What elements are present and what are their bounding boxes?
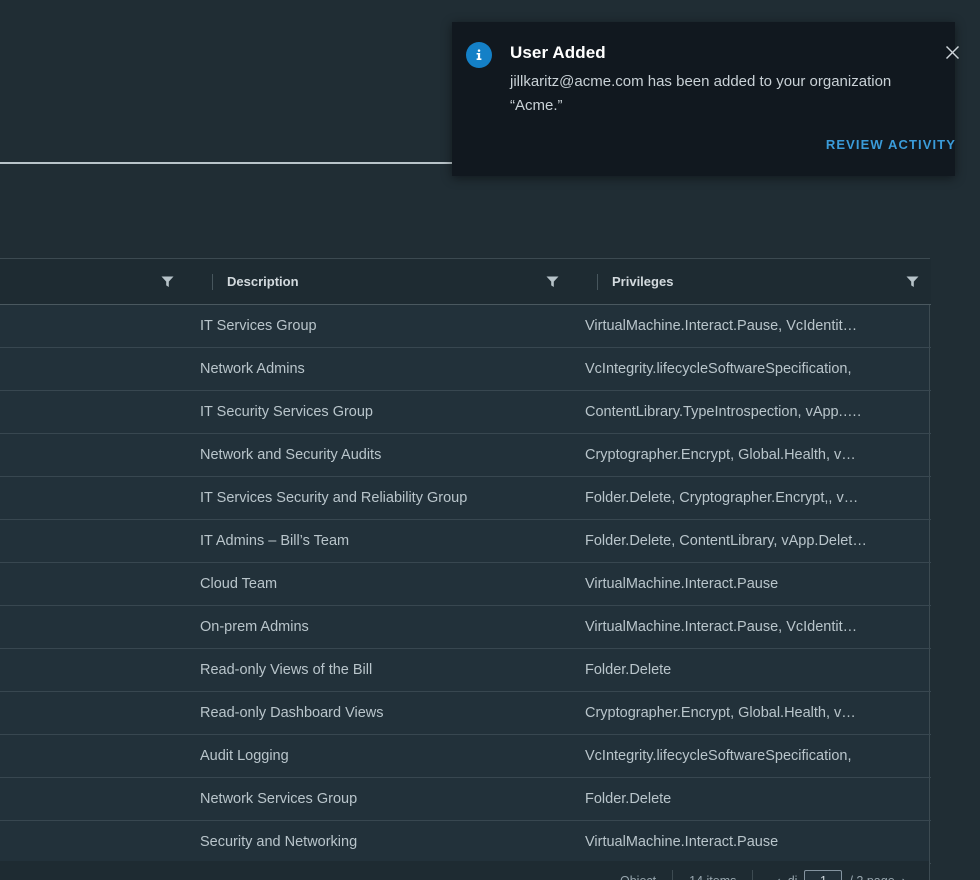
role-privileges-cell: Folder.Delete xyxy=(571,648,931,692)
role-description-cell: On-prem Admins xyxy=(186,605,571,649)
role-description-cell: Network Admins xyxy=(186,347,571,391)
role-description-cell: Network Services Group xyxy=(186,777,571,821)
table-row[interactable]: minNetwork AdminsVcIntegrity.lifecycleSo… xyxy=(0,347,931,391)
role-description-cell: IT Security Services Group xyxy=(186,390,571,434)
footer-selected-objects: Object xyxy=(604,861,672,880)
table-row[interactable]: AdminIT Security Services GroupContentLi… xyxy=(0,390,931,434)
role-description-cell: IT Services Group xyxy=(186,304,571,348)
roles-page: Description Privileges IT Services Group… xyxy=(0,0,980,880)
role-privileges-cell: VcIntegrity.lifecycleSoftwareSpecificati… xyxy=(571,734,931,778)
page-number-input[interactable] xyxy=(804,869,843,880)
footer-item-count: 14 items xyxy=(673,861,752,880)
table-row[interactable]: k AdminNetwork Services GroupFolder.Dele… xyxy=(0,777,931,821)
prev-page-button[interactable]: ‹ xyxy=(769,873,787,880)
role-name-cell: uditor xyxy=(0,734,186,778)
role-privileges-cell: Cryptographer.Encrypt, Global.Health, v… xyxy=(571,433,931,477)
table-row[interactable]: IT Services Group VirtualMachine.Interact… xyxy=(0,304,931,348)
info-circle-icon xyxy=(466,42,492,68)
role-name-cell: dmin xyxy=(0,562,186,606)
table-row[interactable]: k Security AdminSecurity and NetworkingV… xyxy=(0,820,931,864)
role-privileges-cell: VirtualMachine.Interact.Pause xyxy=(571,820,931,864)
header-separator xyxy=(597,273,598,290)
role-description-cell: Cloud Team xyxy=(186,562,571,606)
role-description-cell: IT Admins – Bill’s Team xyxy=(186,519,571,563)
table-body: IT Services Group VirtualMachine.Interact… xyxy=(0,304,931,864)
filter-icon[interactable] xyxy=(161,275,174,288)
table-row[interactable]: dminCloud TeamVirtualMachine.Interact.Pa… xyxy=(0,562,931,606)
role-name-cell: k Admin xyxy=(0,777,186,821)
toast-message: jillkaritz@acme.com has been added to yo… xyxy=(510,73,892,114)
role-name-cell: y Admin xyxy=(0,605,186,649)
page-prefix-label: di xyxy=(788,874,798,880)
table-row[interactable]: AuditorIT Services Security and Reliabil… xyxy=(0,476,931,520)
table-row[interactable]: ditorNetwork and Security AuditsCryptogr… xyxy=(0,433,931,477)
role-name-cell: min xyxy=(0,347,186,391)
role-privileges-cell: ContentLibrary.TypeIntrospection, vApp.…… xyxy=(571,390,931,434)
role-description-cell: IT Services Security and Reliability Gro… xyxy=(186,476,571,520)
next-page-button[interactable]: › xyxy=(895,873,913,880)
role-description-cell: Security and Networking xyxy=(186,820,571,864)
close-icon[interactable] xyxy=(941,41,963,63)
role-name-cell: Admin xyxy=(0,390,186,434)
role-description-cell: Audit Logging xyxy=(186,734,571,778)
roles-table: Description Privileges IT Services Group… xyxy=(0,259,931,865)
header-separator xyxy=(212,273,213,290)
table-row[interactable]: resRead-only Dashboard ViewsCryptographe… xyxy=(0,691,931,735)
column-header-privileges[interactable]: Privileges xyxy=(571,259,931,305)
role-description-cell: Read-only Views of the Bill xyxy=(186,648,571,692)
role-name-cell: n xyxy=(0,519,186,563)
review-activity-link[interactable]: REVIEW ACTIVITY xyxy=(826,137,956,152)
toast-title: User Added xyxy=(510,43,606,62)
role-name-cell xyxy=(0,304,186,348)
role-name-cell: dministrator xyxy=(0,648,186,692)
table-row[interactable]: y AdminOn-prem AdminsVirtualMachine.Inte… xyxy=(0,605,931,649)
role-privileges-cell: VcIntegrity.lifecycleSoftwareSpecificati… xyxy=(571,347,931,391)
header-divider xyxy=(0,162,452,164)
role-description-cell: Network and Security Audits xyxy=(186,433,571,477)
filter-icon[interactable] xyxy=(546,275,559,288)
page-total-label: / 2 page xyxy=(849,874,894,880)
role-name-cell: Auditor xyxy=(0,476,186,520)
filter-icon[interactable] xyxy=(906,275,919,288)
table-row[interactable]: nIT Admins – Bill’s TeamFolder.Delete, C… xyxy=(0,519,931,563)
table-row[interactable]: uditorAudit LoggingVcIntegrity.lifecycle… xyxy=(0,734,931,778)
role-privileges-cell: VirtualMachine.Interact.Pause, VcIdentit… xyxy=(571,605,931,649)
role-privileges-cell: Cryptographer.Encrypt, Global.Health, v… xyxy=(571,691,931,735)
role-privileges-cell: Folder.Delete, Cryptographer.Encrypt,, v… xyxy=(571,476,931,520)
role-name-cell: ditor xyxy=(0,433,186,477)
role-privileges-cell: Folder.Delete, ContentLibrary, vApp.Dele… xyxy=(571,519,931,563)
role-privileges-cell: VirtualMachine.Interact.Pause xyxy=(571,562,931,606)
column-label-privileges: Privileges xyxy=(612,274,674,289)
role-privileges-cell: Folder.Delete xyxy=(571,777,931,821)
table-row[interactable]: dministratorRead-only Views of the BillF… xyxy=(0,648,931,692)
column-header-name[interactable] xyxy=(0,259,186,305)
role-privileges-cell: VirtualMachine.Interact.Pause, VcIdentit… xyxy=(571,304,931,348)
role-name-cell: res xyxy=(0,691,186,735)
table-header-row: Description Privileges xyxy=(0,259,931,305)
footer-pagination: ‹ di / 2 page › xyxy=(753,861,929,880)
column-label-description: Description xyxy=(227,274,299,289)
column-header-description[interactable]: Description xyxy=(186,259,571,305)
table-footer: Object 14 items ‹ di / 2 page › xyxy=(0,861,930,880)
role-description-cell: Read-only Dashboard Views xyxy=(186,691,571,735)
role-name-cell: k Security Admin xyxy=(0,820,186,864)
